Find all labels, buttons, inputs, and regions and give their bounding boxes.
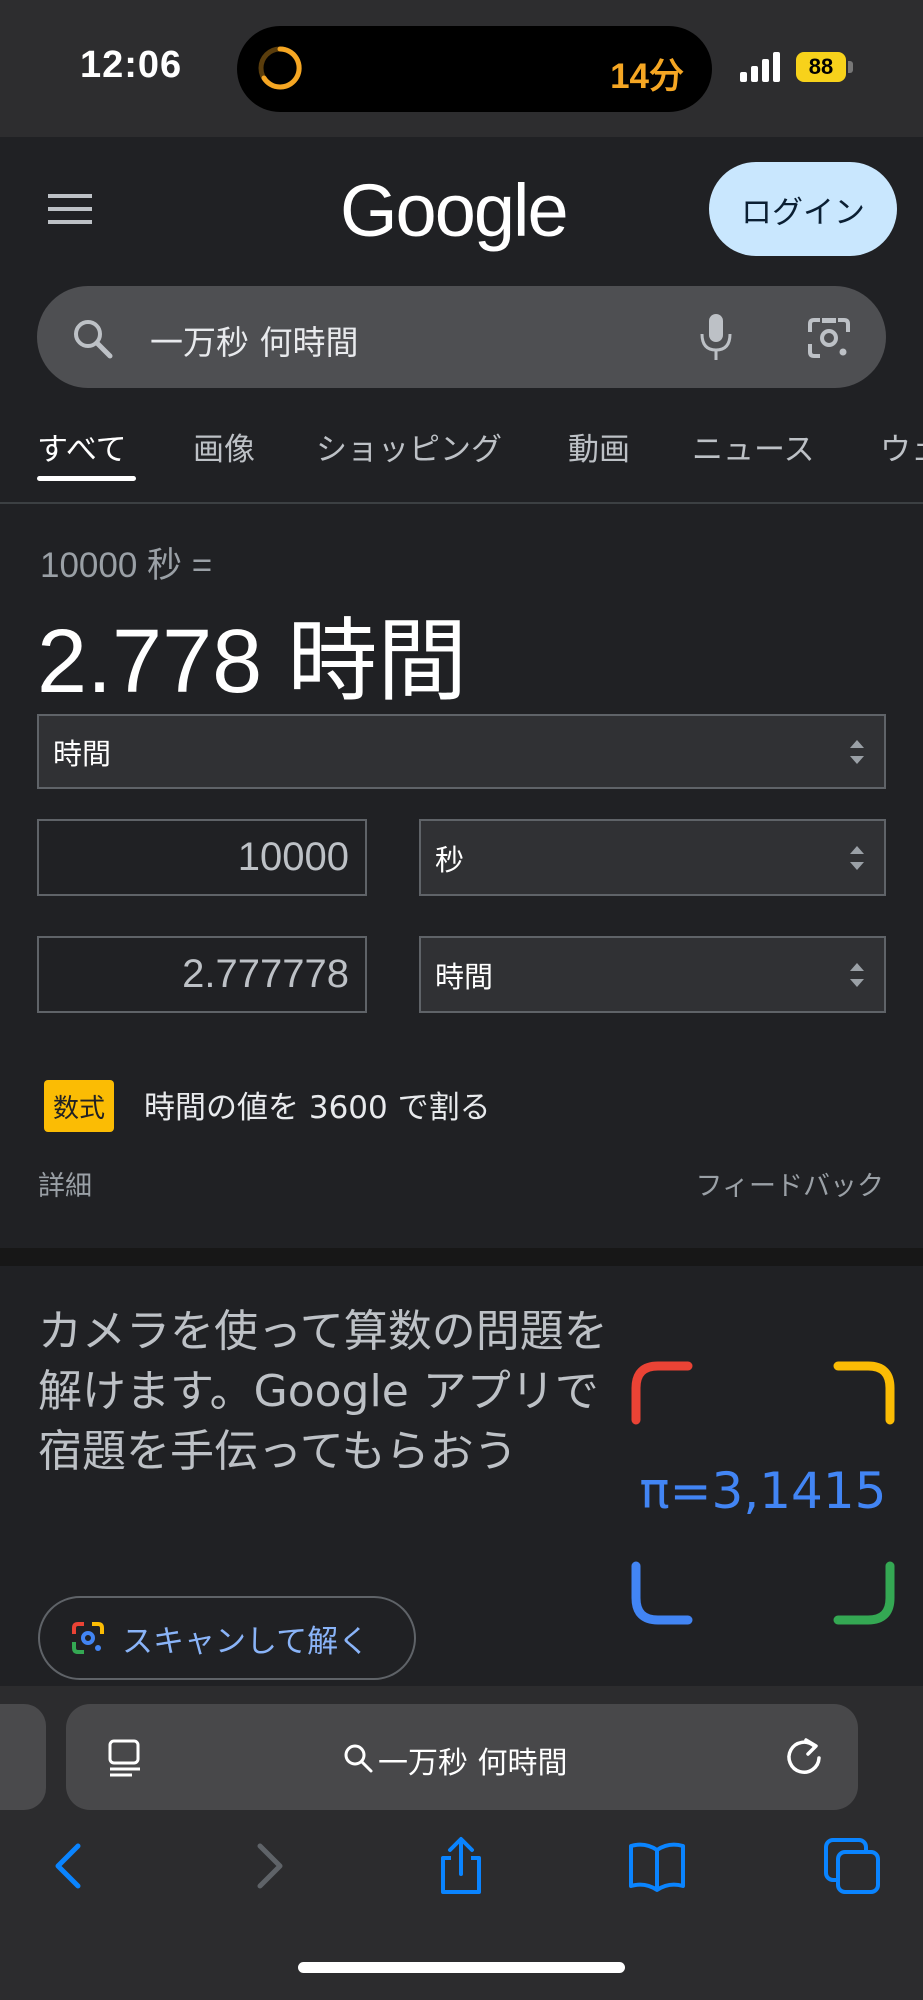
formula-badge: 数式: [44, 1080, 114, 1132]
battery-icon: 88: [796, 52, 856, 84]
from-value-input[interactable]: 10000: [37, 819, 367, 896]
search-icon: [344, 1744, 373, 1773]
tabs-icon[interactable]: [822, 1836, 882, 1896]
tab-shopping[interactable]: ショッピング: [316, 424, 502, 469]
select-arrows-icon: [850, 845, 864, 870]
previous-tab-preview[interactable]: [0, 1704, 46, 1810]
from-unit-select[interactable]: 秒: [419, 819, 886, 896]
formula-text: 時間の値を 3600 で割る: [144, 1090, 491, 1126]
conversion-source: 10000 秒 =: [40, 546, 213, 585]
google-logo[interactable]: Google: [340, 168, 569, 253]
share-icon[interactable]: [431, 1836, 491, 1896]
login-button[interactable]: ログイン: [709, 162, 897, 256]
page-menu-icon[interactable]: [106, 1738, 146, 1778]
address-text[interactable]: 一万秒 何時間: [378, 1738, 568, 1782]
battery-level: 88: [796, 52, 846, 82]
tab-all[interactable]: すべて: [37, 424, 127, 469]
home-indicator[interactable]: [298, 1962, 625, 1973]
forward-icon[interactable]: [238, 1836, 298, 1896]
back-icon[interactable]: [40, 1836, 100, 1896]
section-divider: [0, 1248, 923, 1266]
to-value-input[interactable]: 2.777778: [37, 936, 367, 1013]
mic-icon[interactable]: [698, 312, 734, 362]
search-input[interactable]: 一万秒 何時間: [150, 316, 359, 364]
select-arrows-icon: [850, 962, 864, 987]
conversion-result: 2.778 時間: [37, 612, 468, 712]
math-scan-illustration: π=3,1415: [631, 1361, 895, 1625]
dynamic-island[interactable]: 14分: [237, 26, 712, 112]
to-unit-select[interactable]: 時間: [419, 936, 886, 1013]
unit-category-value: 時間: [53, 736, 112, 771]
promo-text: カメラを使って算数の問題を解けます。Google アプリで宿題を手伝ってもらおう: [38, 1306, 608, 1477]
tab-news[interactable]: ニュース: [692, 424, 814, 469]
reload-icon[interactable]: [784, 1734, 824, 1778]
details-link[interactable]: 詳細: [38, 1164, 92, 1203]
bookmarks-icon[interactable]: [627, 1836, 687, 1896]
menu-icon[interactable]: [46, 192, 94, 226]
search-tabs: すべて 画像 ショッピング 動画 ニュース ウェ: [0, 420, 923, 504]
signal-icon: [740, 52, 780, 82]
select-arrows-icon: [850, 739, 864, 764]
tab-videos[interactable]: 動画: [568, 424, 630, 469]
from-unit-value: 秒: [435, 842, 465, 877]
divider: [0, 502, 923, 504]
tab-web[interactable]: ウェ: [880, 424, 923, 469]
feedback-link[interactable]: フィードバック: [696, 1164, 884, 1203]
timer-remaining: 14分: [610, 57, 684, 96]
google-lens-icon[interactable]: [806, 316, 852, 360]
active-tab-indicator: [37, 476, 136, 481]
search-icon: [74, 320, 113, 359]
timer-icon: [258, 46, 302, 90]
to-unit-value: 時間: [435, 959, 494, 994]
google-lens-icon: [72, 1622, 104, 1654]
tab-images[interactable]: 画像: [193, 424, 255, 469]
status-time: 12:06: [80, 44, 183, 86]
promo-formula: π=3,1415: [640, 1462, 887, 1520]
scan-solve-button[interactable]: スキャンして解く: [38, 1596, 416, 1680]
unit-category-select[interactable]: 時間: [37, 714, 886, 789]
scan-solve-label: スキャンして解く: [122, 1623, 370, 1660]
